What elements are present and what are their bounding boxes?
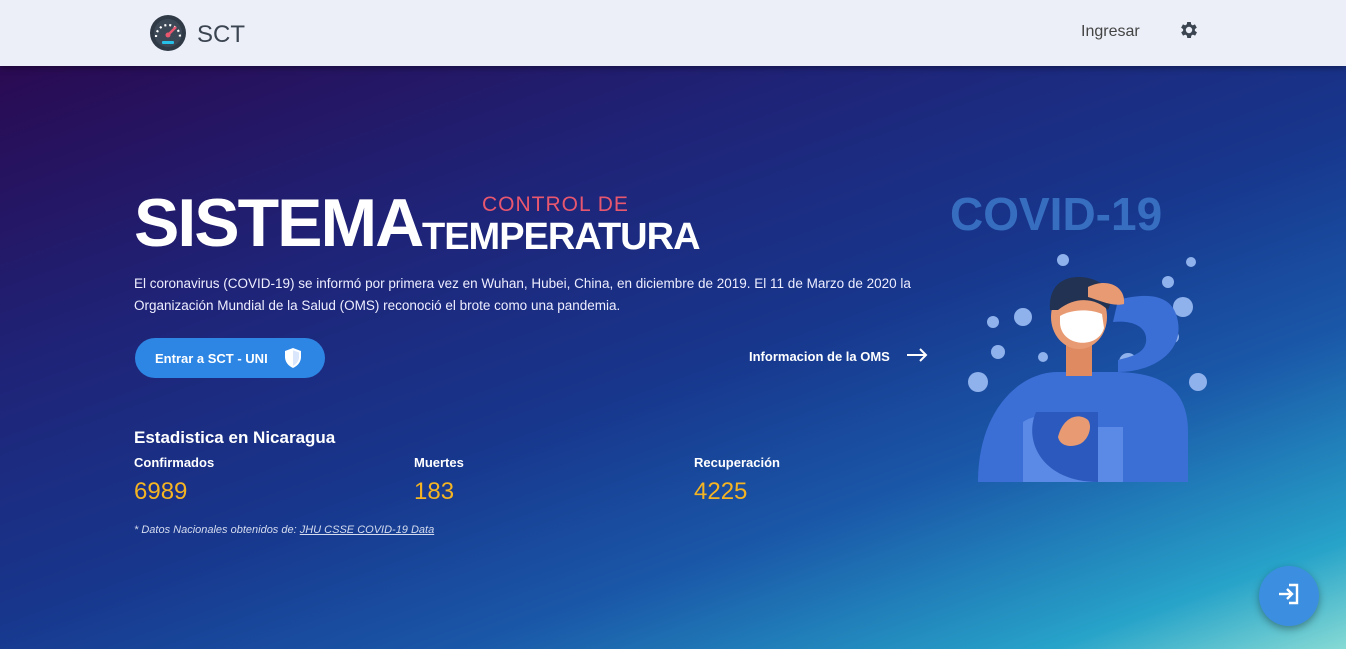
- stat-label: Recuperación: [694, 455, 780, 470]
- stat-deaths: Muertes 183: [414, 455, 464, 506]
- login-fab-button[interactable]: [1259, 566, 1319, 626]
- top-navbar: SCT Ingresar: [0, 0, 1346, 66]
- hero-description: El coronavirus (COVID-19) se informó por…: [134, 276, 911, 313]
- stat-value: 183: [414, 478, 455, 505]
- stat-label: Confirmados: [134, 455, 215, 470]
- stat-confirmed: Confirmados 6989: [134, 455, 214, 506]
- hero-title-main: SISTEMA: [134, 185, 424, 261]
- stat-label: Muertes: [414, 455, 464, 470]
- hero-section: SISTEMA CONTROL DE TEMPERATURA El corona…: [0, 66, 1346, 649]
- stat-value: 6989: [134, 478, 188, 505]
- covid-watermark-text: COVID-19: [950, 188, 1162, 240]
- sign-in-icon: [1276, 581, 1302, 612]
- login-link[interactable]: Ingresar: [1081, 23, 1140, 41]
- data-source-note: * Datos Nacionales obtenidos de: JHU CSS…: [134, 524, 434, 536]
- arrow-right-icon: [906, 348, 928, 365]
- stats-title: Estadistica en Nicaragua: [134, 428, 336, 447]
- stat-recovered: Recuperación 4225: [694, 455, 780, 506]
- brand-logo-link[interactable]: SCT: [147, 13, 245, 56]
- enter-sct-button-label: Entrar a SCT - UNI: [155, 350, 268, 366]
- who-info-link[interactable]: Informacion de la OMS: [749, 348, 928, 365]
- hero-title-subbottom: TEMPERATURA: [422, 216, 701, 258]
- speedometer-icon: [147, 13, 189, 56]
- stat-value: 4225: [694, 478, 748, 505]
- data-source-prefix: * Datos Nacionales obtenidos de:: [134, 524, 297, 536]
- gear-icon[interactable]: [1178, 19, 1200, 46]
- brand-name: SCT: [197, 20, 245, 48]
- enter-sct-button[interactable]: Entrar a SCT - UNI: [135, 338, 325, 378]
- who-info-label: Informacion de la OMS: [749, 349, 890, 364]
- hero-title-subtop: CONTROL DE: [482, 193, 629, 216]
- data-source-link[interactable]: JHU CSSE COVID-19 Data: [300, 524, 434, 536]
- covid-illustration: COVID-19: [948, 182, 1228, 487]
- shield-icon: [283, 347, 303, 372]
